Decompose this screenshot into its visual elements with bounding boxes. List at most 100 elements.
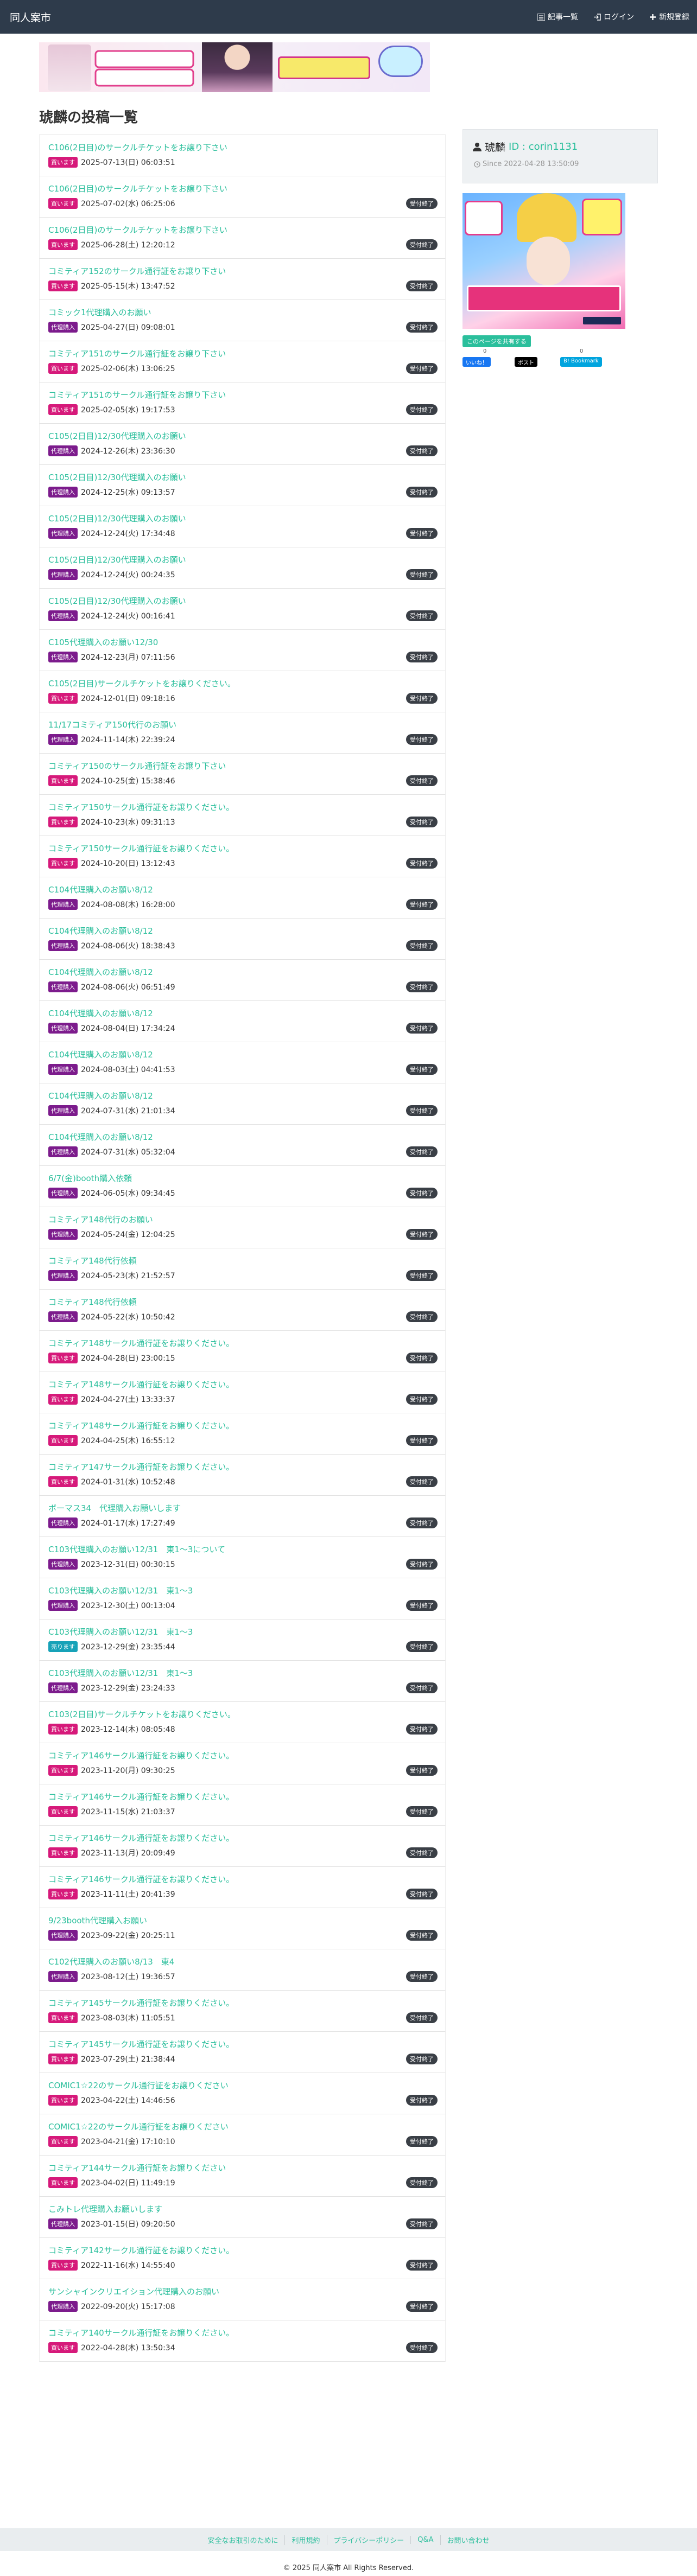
facebook-like-button[interactable]: いいね！ bbox=[462, 357, 491, 367]
post-title[interactable]: コミティア144サークル通行証をお譲りください bbox=[48, 2162, 226, 2173]
post-item[interactable]: コミティア142サークル通行証をお譲りください。 買います 2022-11-16(水… bbox=[39, 2238, 446, 2279]
post-title[interactable]: コミティア146サークル通行証をお譲りください。 bbox=[48, 1873, 234, 1885]
post-item[interactable]: C106(2日目)のサークルチケットをお譲り下さい 買います 2025-07-13(… bbox=[39, 135, 446, 176]
post-title[interactable]: コミティア147サークル通行証をお譲りください。 bbox=[48, 1461, 234, 1472]
post-title[interactable]: コミティア146サークル通行証をお譲りください。 bbox=[48, 1750, 234, 1761]
post-item[interactable]: こみトレ代理購入お願いします 代理購入 2023-01-15(日) 09:20:50… bbox=[39, 2197, 446, 2238]
post-item[interactable]: コミティア148サークル通行証をお譲りください。 買います 2024-04-27(土… bbox=[39, 1372, 446, 1413]
post-title[interactable]: C105(2日目)12/30代理購入のお願い bbox=[48, 513, 186, 524]
post-item[interactable]: コミティア150サークル通行証をお譲りください。 買います 2024-10-23(水… bbox=[39, 795, 446, 836]
post-item[interactable]: コミティア152のサークル通行証をお譲り下さい 買います 2025-05-15(木)… bbox=[39, 259, 446, 300]
post-item[interactable]: コミティア146サークル通行証をお譲りください。 買います 2023-11-20(月… bbox=[39, 1743, 446, 1784]
post-item[interactable]: コミック1代理購入のお願い 代理購入 2025-04-27(日) 09:08:01 受… bbox=[39, 300, 446, 341]
post-title[interactable]: C102代理購入のお願い8/13 東4 bbox=[48, 1956, 174, 1967]
post-title[interactable]: コミティア146サークル通行証をお譲りください。 bbox=[48, 1791, 234, 1802]
post-item[interactable]: コミティア147サークル通行証をお譲りください。 買います 2024-01-31(水… bbox=[39, 1455, 446, 1496]
post-item[interactable]: 6/7(金)booth購入依頼 代理購入 2024-06-05(水) 09:34:4… bbox=[39, 1166, 446, 1207]
post-title[interactable]: 9/23booth代理購入お願い bbox=[48, 1915, 147, 1926]
post-item[interactable]: コミティア148サークル通行証をお譲りください。 買います 2024-04-25(木… bbox=[39, 1413, 446, 1455]
post-title[interactable]: C105(2日目)サークルチケットをお譲りください。 bbox=[48, 678, 236, 689]
post-item[interactable]: 9/23booth代理購入お願い 代理購入 2023-09-22(金) 20:25:… bbox=[39, 1908, 446, 1949]
post-item[interactable]: コミティア148サークル通行証をお譲りください。 買います 2024-04-28(日… bbox=[39, 1331, 446, 1372]
post-title[interactable]: COMIC1☆22のサークル通行証をお譲りください bbox=[48, 2080, 229, 2091]
post-item[interactable]: C105(2日目)12/30代理購入のお願い 代理購入 2024-12-25(水) … bbox=[39, 465, 446, 506]
post-item[interactable]: コミティア146サークル通行証をお譲りください。 買います 2023-11-13(月… bbox=[39, 1826, 446, 1867]
post-title[interactable]: コミティア140サークル通行証をお譲りください。 bbox=[48, 2327, 234, 2338]
post-item[interactable]: C103代理購入のお願い12/31 東1〜3 売ります 2023-12-29(金) … bbox=[39, 1619, 446, 1661]
post-item[interactable]: C104代理購入のお願い8/12 代理購入 2024-08-08(木) 16:28:… bbox=[39, 877, 446, 919]
post-title[interactable]: C103(2日目)サークルチケットをお譲りください。 bbox=[48, 1708, 236, 1720]
hatena-bookmark-button[interactable]: B! Bookmark bbox=[560, 357, 602, 367]
post-item[interactable]: コミティア150サークル通行証をお譲りください。 買います 2024-10-20(日… bbox=[39, 836, 446, 877]
post-title[interactable]: C104代理購入のお願い8/12 bbox=[48, 1008, 153, 1019]
post-item[interactable]: コミティア151のサークル通行証をお譲り下さい 買います 2025-02-05(水)… bbox=[39, 382, 446, 424]
nav-articles-link[interactable]: 記事一覧 bbox=[537, 11, 578, 22]
site-brand[interactable]: 同人案市 bbox=[10, 10, 51, 24]
post-item[interactable]: コミティア148代行依頼 代理購入 2024-05-22(水) 10:50:42 受付… bbox=[39, 1290, 446, 1331]
post-item[interactable]: コミティア146サークル通行証をお譲りください。 買います 2023-11-15(水… bbox=[39, 1784, 446, 1826]
post-item[interactable]: ボーマス34 代理購入お願いします 代理購入 2024-01-17(水) 17:27… bbox=[39, 1496, 446, 1537]
footer-link[interactable]: 安全なお取引のために bbox=[201, 2535, 284, 2545]
footer-link[interactable]: プライバシーポリシー bbox=[326, 2534, 411, 2545]
post-item[interactable]: COMIC1☆22のサークル通行証をお譲りください 買います 2023-04-22(… bbox=[39, 2073, 446, 2114]
post-title[interactable]: COMIC1☆22のサークル通行証をお譲りください bbox=[48, 2121, 229, 2132]
post-title[interactable]: C106(2日目)のサークルチケットをお譲り下さい bbox=[48, 142, 227, 153]
post-item[interactable]: サンシャインクリエイション代理購入のお願い 代理購入 2022-09-20(火) 1… bbox=[39, 2279, 446, 2320]
post-item[interactable]: コミティア150のサークル通行証をお譲り下さい 買います 2024-10-25(金)… bbox=[39, 754, 446, 795]
top-banner-ad[interactable] bbox=[39, 42, 430, 92]
post-item[interactable]: コミティア151のサークル通行証をお譲り下さい 買います 2025-02-06(木)… bbox=[39, 341, 446, 382]
post-title[interactable]: コミック1代理購入のお願い bbox=[48, 307, 151, 318]
post-item[interactable]: C105(2日目)12/30代理購入のお願い 代理購入 2024-12-24(火) … bbox=[39, 589, 446, 630]
post-title[interactable]: C105(2日目)12/30代理購入のお願い bbox=[48, 430, 186, 442]
post-title[interactable]: C104代理購入のお願い8/12 bbox=[48, 1131, 153, 1143]
post-item[interactable]: C105(2日目)12/30代理購入のお願い 代理購入 2024-12-24(火) … bbox=[39, 547, 446, 589]
post-item[interactable]: C106(2日目)のサークルチケットをお譲り下さい 買います 2025-06-28(… bbox=[39, 218, 446, 259]
post-item[interactable]: C105(2日目)サークルチケットをお譲りください。 買います 2024-12-01… bbox=[39, 671, 446, 712]
post-item[interactable]: C105(2日目)12/30代理購入のお願い 代理購入 2024-12-26(木) … bbox=[39, 424, 446, 465]
post-title[interactable]: コミティア148代行のお願い bbox=[48, 1214, 153, 1225]
post-title[interactable]: C103代理購入のお願い12/31 東1〜3 bbox=[48, 1626, 193, 1637]
post-title[interactable]: C105(2日目)12/30代理購入のお願い bbox=[48, 554, 186, 565]
post-title[interactable]: 11/17コミティア150代行のお願い bbox=[48, 719, 176, 730]
post-item[interactable]: C104代理購入のお願い8/12 代理購入 2024-08-06(火) 06:51:… bbox=[39, 960, 446, 1001]
post-title[interactable]: C104代理購入のお願い8/12 bbox=[48, 966, 153, 978]
post-item[interactable]: C104代理購入のお願い8/12 代理購入 2024-07-31(水) 21:01:… bbox=[39, 1083, 446, 1125]
post-item[interactable]: コミティア145サークル通行証をお譲りください。 買います 2023-08-03(木… bbox=[39, 1991, 446, 2032]
post-item[interactable]: C103(2日目)サークルチケットをお譲りください。 買います 2023-12-14… bbox=[39, 1702, 446, 1743]
post-title[interactable]: コミティア148サークル通行証をお譲りください。 bbox=[48, 1337, 234, 1349]
footer-link[interactable]: お問い合わせ bbox=[440, 2534, 496, 2545]
post-title[interactable]: コミティア148代行依頼 bbox=[48, 1296, 137, 1308]
post-title[interactable]: コミティア142サークル通行証をお譲りください。 bbox=[48, 2245, 234, 2256]
post-item[interactable]: コミティア145サークル通行証をお譲りください。 買います 2023-07-29(土… bbox=[39, 2032, 446, 2073]
post-title[interactable]: コミティア152のサークル通行証をお譲り下さい bbox=[48, 265, 226, 277]
post-item[interactable]: C103代理購入のお願い12/31 東1〜3 代理購入 2023-12-29(金) … bbox=[39, 1661, 446, 1702]
post-item[interactable]: C103代理購入のお願い12/31 東1〜3について 代理購入 2023-12-31… bbox=[39, 1537, 446, 1578]
x-post-button[interactable]: ポスト bbox=[515, 357, 537, 367]
post-title[interactable]: コミティア146サークル通行証をお譲りください。 bbox=[48, 1832, 234, 1844]
post-title[interactable]: コミティア148サークル通行証をお譲りください。 bbox=[48, 1420, 234, 1431]
post-title[interactable]: C103代理購入のお願い12/31 東1〜3 bbox=[48, 1585, 193, 1596]
post-title[interactable]: ボーマス34 代理購入お願いします bbox=[48, 1502, 181, 1514]
post-item[interactable]: C104代理購入のお願い8/12 代理購入 2024-08-04(日) 17:34:… bbox=[39, 1001, 446, 1042]
post-title[interactable]: C103代理購入のお願い12/31 東1〜3 bbox=[48, 1667, 193, 1679]
post-title[interactable]: コミティア145サークル通行証をお譲りください。 bbox=[48, 1997, 234, 2008]
post-title[interactable]: C106(2日目)のサークルチケットをお譲り下さい bbox=[48, 224, 227, 235]
post-title[interactable]: C104代理購入のお願い8/12 bbox=[48, 884, 153, 895]
post-title[interactable]: C106(2日目)のサークルチケットをお譲り下さい bbox=[48, 183, 227, 194]
post-item[interactable]: C103代理購入のお願い12/31 東1〜3 代理購入 2023-12-30(土) … bbox=[39, 1578, 446, 1619]
post-title[interactable]: C104代理購入のお願い8/12 bbox=[48, 1090, 153, 1101]
nav-login-link[interactable]: ログイン bbox=[593, 11, 634, 22]
post-title[interactable]: コミティア151のサークル通行証をお譲り下さい bbox=[48, 348, 226, 359]
post-title[interactable]: C105代理購入のお願い12/30 bbox=[48, 636, 158, 648]
nav-register-link[interactable]: 新規登録 bbox=[649, 11, 689, 22]
post-title[interactable]: コミティア150のサークル通行証をお譲り下さい bbox=[48, 760, 226, 771]
post-title[interactable]: コミティア145サークル通行証をお譲りください。 bbox=[48, 2038, 234, 2050]
post-title[interactable]: コミティア150サークル通行証をお譲りください。 bbox=[48, 843, 234, 854]
post-title[interactable]: サンシャインクリエイション代理購入のお願い bbox=[48, 2286, 219, 2297]
footer-link[interactable]: 利用規約 bbox=[284, 2534, 326, 2545]
post-title[interactable]: コミティア151のサークル通行証をお譲り下さい bbox=[48, 389, 226, 400]
post-title[interactable]: C104代理購入のお願い8/12 bbox=[48, 925, 153, 936]
post-title[interactable]: C104代理購入のお願い8/12 bbox=[48, 1049, 153, 1060]
footer-link[interactable]: Q&A bbox=[410, 2535, 440, 2544]
post-title[interactable]: C105(2日目)12/30代理購入のお願い bbox=[48, 471, 186, 483]
